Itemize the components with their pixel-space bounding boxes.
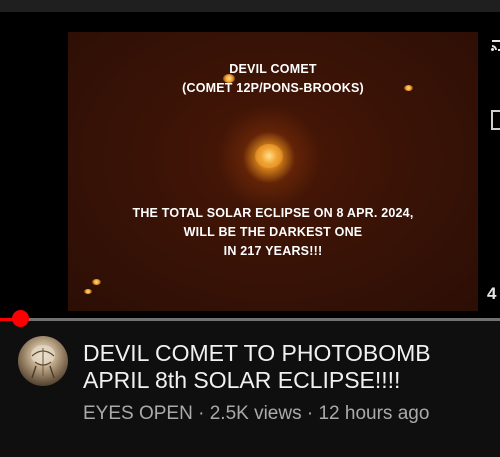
cast-icon[interactable] <box>491 38 500 52</box>
channel-avatar[interactable] <box>18 336 68 386</box>
status-strip <box>0 0 500 12</box>
video-frame: DEVIL COMET (COMET 12P/PONS-BROOKS) THE … <box>68 32 478 311</box>
star-glint-3 <box>92 279 101 285</box>
right-edge-digit: 4 <box>487 284 497 303</box>
overlay-comet-title: DEVIL COMET (COMET 12P/PONS-BROOKS) <box>68 60 478 98</box>
channel-name[interactable]: EYES OPEN <box>83 403 193 424</box>
overlay-eclipse-caption: THE TOTAL SOLAR ECLIPSE ON 8 APR. 2024, … <box>68 204 478 261</box>
overlay-caption-line3: IN 217 YEARS!!! <box>223 244 323 258</box>
progress-bar[interactable] <box>0 318 500 321</box>
upload-age: 12 hours ago <box>318 403 430 424</box>
overlay-caption-line2: WILL BE THE DARKEST ONE <box>183 225 363 239</box>
video-title[interactable]: DEVIL COMET TO PHOTOBOMB APRIL 8th SOLAR… <box>83 340 493 394</box>
overlay-title-line2: (COMET 12P/PONS-BROOKS) <box>182 81 364 95</box>
comet-nucleus <box>255 144 283 168</box>
panel-icon[interactable] <box>491 110 500 130</box>
view-count: 2.5K views <box>209 403 302 424</box>
video-meta: EYES OPEN · 2.5K views · 12 hours ago <box>83 402 429 426</box>
meta-separator: · <box>306 403 314 424</box>
video-player[interactable]: DEVIL COMET (COMET 12P/PONS-BROOKS) THE … <box>0 12 500 318</box>
star-glint-4 <box>84 289 92 294</box>
meta-separator: · <box>198 403 205 424</box>
progress-scrubber[interactable] <box>12 310 29 327</box>
video-title-line1: DEVIL COMET TO PHOTOBOMB <box>83 340 431 366</box>
video-title-line2: APRIL 8th SOLAR ECLIPSE!!!! <box>83 367 401 393</box>
overlay-title-line1: DEVIL COMET <box>229 62 317 76</box>
overlay-caption-line1: THE TOTAL SOLAR ECLIPSE ON 8 APR. 2024, <box>132 206 414 220</box>
